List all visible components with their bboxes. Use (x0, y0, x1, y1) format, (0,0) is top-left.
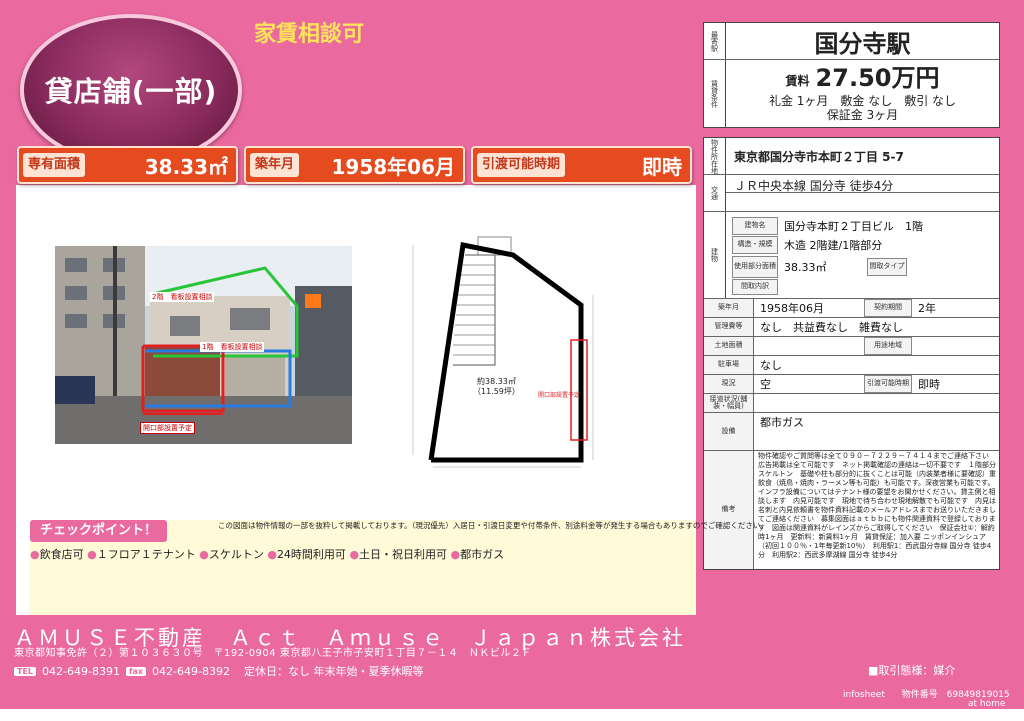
company-license: 東京都知事免許（２）第１０３６３０号 〒192-0904 東京都八王子市子安町１… (14, 648, 532, 659)
built: 1958年06月 (760, 302, 824, 315)
layout-type-label: 間取タイプ (867, 258, 907, 276)
rent-negotiable-note: 家賃相談可 (254, 22, 365, 47)
parking: なし (760, 359, 782, 372)
structure-label: 構造・規模 (732, 236, 778, 254)
badge-area-value: 38.33㎡ (144, 155, 228, 179)
facilities: 都市ガス (760, 416, 804, 429)
contract-label: 契約期間 (864, 299, 912, 317)
building-name: 国分寺本町２丁目ビル 1階 (784, 220, 923, 233)
status-label: 現況 (704, 375, 754, 393)
layout-label: 間取内訳 (732, 279, 778, 295)
parking-label: 駐車場 (704, 356, 754, 374)
transport-side-label: 交通 (704, 175, 726, 211)
badge-handover-label: 引渡可能時期 (477, 153, 566, 177)
checkpoint-item: 都市ガス (460, 548, 505, 561)
building-name-label: 建物名 (732, 217, 778, 235)
phone-number[interactable]: 042-649-8391 (42, 665, 120, 678)
conditions-line1: 礼金 1ヶ月 敷金 なし 敷引 なし (768, 94, 957, 108)
address: 東京都国分寺市本町２丁目 5-7 (734, 150, 904, 164)
address-side-label: 物件所在地 (704, 138, 726, 174)
checkpoint-item: 土日・祝日利用可 (359, 548, 448, 561)
station-side-label: 最寄駅 (704, 23, 726, 59)
photo-label-1f: 1階 看板設置相談 (200, 342, 265, 352)
floor-opening-note: 開口部設置予定 (538, 392, 581, 399)
status: 空 (760, 378, 771, 391)
rent-value: 27.50万円 (815, 64, 940, 92)
transaction-type: ■取引態様：媒介 (868, 664, 956, 677)
structure: 木造 2階建/1階部分 (784, 239, 883, 252)
management-label: 管理費等 (704, 318, 754, 336)
floor-area-text: 約38.33㎡ （11.59坪） (473, 377, 520, 397)
badge-built-value: 1958年06月 (331, 155, 456, 179)
zoning-label: 用途地域 (864, 337, 912, 355)
building-photo: 2階 看板設置相談 1階 看板設置相談 開口部設置予定 (55, 246, 352, 444)
contract: 2年 (918, 302, 936, 315)
station-name: 国分寺駅 (814, 29, 911, 58)
badge-area: 専有面積 38.33㎡ (17, 146, 238, 184)
infosheet-label: infosheet (843, 690, 885, 700)
disclaimer: この図面は物件情報の一部を抜粋して掲載しております。（現況優先）入居日・引渡日変… (218, 521, 768, 530)
usable-area: 38.33㎡ (784, 261, 827, 274)
handover-label: 引渡可能時期 (864, 375, 912, 393)
badge-built: 築年月 1958年06月 (244, 146, 465, 184)
details-box: 物件所在地 東京都国分寺市本町２丁目 5-7 交通 ＪＲ中央本線 国分寺 徒歩4… (703, 137, 1000, 570)
rent-label: 賃料 (785, 74, 810, 88)
remarks-label: 備考 (704, 451, 754, 569)
remarks: 物件確認やご質問等は全て０９０－７２２９－７４１４までご連絡下さい 広告掲載は全… (758, 452, 996, 559)
company-contact: TEL 042-649-8391 fax 042-649-8392 定休日：なし… (14, 663, 423, 679)
conditions-line2: 保証金 3ヶ月 (826, 108, 899, 122)
photo-label-2f: 2階 看板設置相談 (150, 292, 215, 302)
badge-handover-value: 即時 (642, 155, 682, 179)
badge-area-label: 専有面積 (23, 153, 86, 177)
floor-plan: 約38.33㎡ （11.59坪） 開口部設置予定 (403, 215, 603, 480)
checkpoint-item: １フロア１テナント (96, 548, 196, 561)
summary-box: 最寄駅 国分寺駅 賃貸条件 賃料 27.50万円 礼金 1ヶ月 敷金 なし 敷引… (703, 22, 1000, 128)
road-label: 接道状況(舗装・幅員) (704, 394, 754, 412)
checkpoint-title: チェックポイント！ (30, 520, 168, 542)
land-area-label: 土地面積 (704, 337, 754, 355)
rent-row: 賃料 27.50万円 (726, 61, 999, 93)
rent-conditions: 礼金 1ヶ月 敷金 なし 敷引 なし 保証金 3ヶ月 (726, 94, 999, 122)
building-side-label: 建物 (704, 212, 726, 298)
badge-handover: 引渡可能時期 即時 (471, 146, 692, 184)
phone-icon: TEL (14, 666, 37, 676)
photo-label-opening: 開口部設置予定 (140, 422, 195, 434)
fax-icon: fax (125, 666, 147, 676)
built-label: 築年月 (704, 299, 754, 317)
badge-built-label: 築年月 (250, 153, 300, 177)
handover: 即時 (918, 378, 940, 391)
floor-area-sqm: 約38.33㎡ (477, 377, 516, 386)
checkpoint-list: ●飲食店可 ●１フロア１テナント ●スケルトン ●24時間利用可 ●土日・祝日利… (30, 548, 505, 561)
fax-number: 042-649-8392 (152, 664, 230, 678)
terms-side-label: 賃貸条件 (704, 60, 726, 127)
holidays: 定休日：なし 年末年始・夏季休暇等 (243, 665, 424, 678)
checkpoint-item: スケルトン (208, 548, 264, 561)
property-no-label: 物件番号 (901, 690, 938, 700)
management: なし 共益費なし 雑費なし (760, 321, 903, 334)
property-type-emblem: 貸店舗(一部) (20, 14, 242, 166)
floor-area-tsubo: （11.59坪） (473, 387, 520, 396)
property-type: 貸店舗(一部) (44, 75, 218, 108)
facilities-label: 設備 (704, 413, 754, 450)
usable-area-label: 使用部分面積 (732, 256, 778, 278)
athome-logo: at home (968, 699, 1006, 709)
left-band (0, 185, 16, 615)
checkpoint-item: 24時間利用可 (276, 548, 346, 561)
checkpoint-item: 飲食店可 (39, 548, 84, 561)
bottom-strip (0, 709, 1024, 721)
